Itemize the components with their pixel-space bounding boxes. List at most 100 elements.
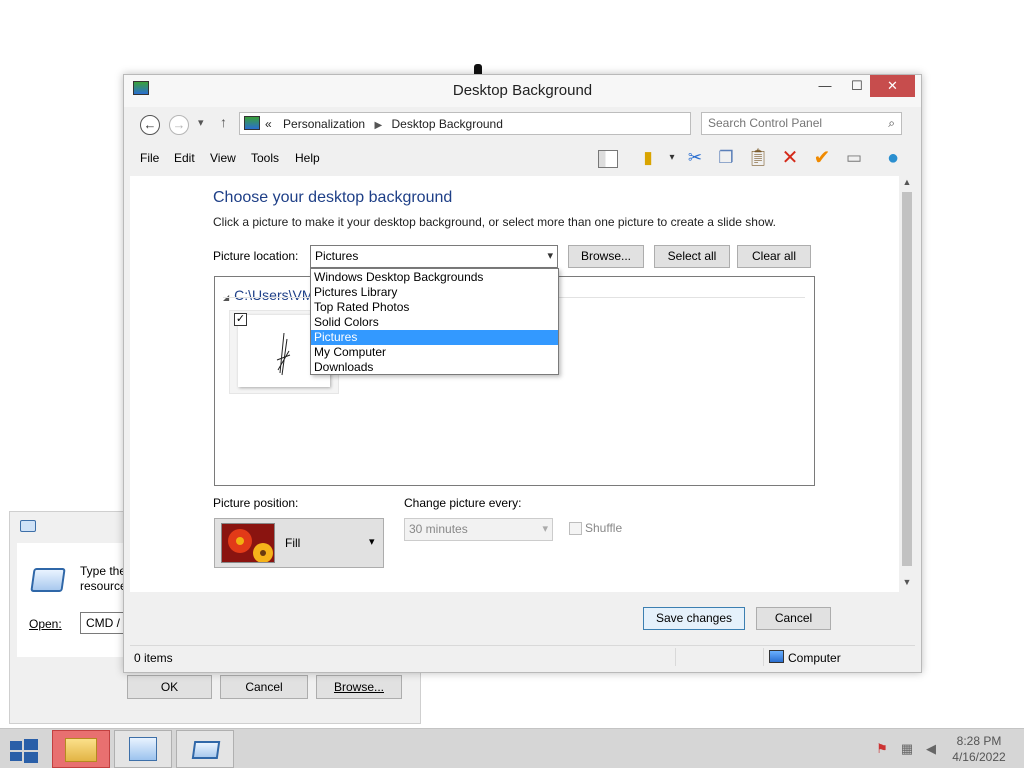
- menu-view[interactable]: View: [210, 151, 236, 165]
- picture-location-value: Pictures: [315, 249, 359, 263]
- taskbar: ⚑ ▦ ◀ 8:28 PM 4/16/2022: [0, 728, 1024, 768]
- properties-chevron-icon[interactable]: ▾: [660, 146, 684, 170]
- run-icon: [30, 568, 66, 592]
- address-row: ← → ▾ ↑ « Personalization ▶ Desktop Back…: [124, 107, 921, 141]
- chevron-down-icon: ▾: [542, 523, 548, 535]
- menu-help[interactable]: Help: [295, 151, 320, 165]
- cut-icon[interactable]: ✂: [683, 146, 707, 170]
- run-instructions: Type the resource: [80, 564, 127, 593]
- cancel-button[interactable]: Cancel: [756, 607, 831, 630]
- forward-button[interactable]: →: [169, 115, 189, 135]
- copy-icon[interactable]: ❐: [714, 146, 738, 170]
- run-icon: [191, 741, 221, 759]
- back-button[interactable]: ←: [140, 115, 160, 135]
- status-divider: [675, 648, 676, 666]
- computer-icon: [769, 650, 784, 663]
- select-all-button[interactable]: Select all: [654, 245, 730, 268]
- paste-icon[interactable]: 📋︎: [746, 146, 770, 170]
- dropdown-option[interactable]: Solid Colors: [311, 315, 558, 330]
- control-panel-icon: [244, 116, 260, 130]
- clock-date: 4/16/2022: [952, 750, 1006, 764]
- page-description: Click a picture to make it your desktop …: [213, 215, 776, 229]
- run-taskbar-button[interactable]: [176, 730, 234, 768]
- desktop-background-window: Desktop Background — ☐ ✕ ← → ▾ ↑ « Perso…: [123, 74, 922, 673]
- breadcrumb-personalization[interactable]: Personalization: [283, 117, 365, 131]
- scroll-up-icon[interactable]: ▲: [899, 177, 915, 191]
- network-icon[interactable]: ▦: [899, 741, 915, 757]
- layout-icon[interactable]: [596, 146, 620, 170]
- dropdown-option[interactable]: Windows Desktop Backgrounds: [311, 270, 558, 285]
- shuffle-label: Shuffle: [585, 521, 623, 535]
- picture-position-value: Fill: [285, 536, 301, 550]
- delete-icon[interactable]: ✕: [778, 146, 802, 170]
- change-picture-select[interactable]: 30 minutes ▾: [404, 518, 553, 541]
- address-bar[interactable]: « Personalization ▶ Desktop Background ▾…: [239, 112, 794, 135]
- status-divider: [763, 648, 764, 666]
- folder-icon: [65, 738, 97, 762]
- title-bar: Desktop Background — ☐ ✕: [124, 75, 921, 107]
- check-icon[interactable]: ✔: [810, 146, 834, 170]
- menu-edit[interactable]: Edit: [174, 151, 195, 165]
- breadcrumb-desktop-background[interactable]: Desktop Background: [391, 117, 502, 131]
- maximize-button[interactable]: ☐: [844, 75, 870, 97]
- minimize-button[interactable]: —: [812, 75, 838, 97]
- action-center-icon[interactable]: ⚑: [874, 741, 890, 757]
- search-icon[interactable]: ⌕: [888, 116, 895, 131]
- picture-location-dropdown: Windows Desktop Backgrounds Pictures Lib…: [310, 268, 559, 375]
- dropdown-option[interactable]: Downloads: [311, 360, 558, 375]
- recent-pages-chevron-icon[interactable]: ▾: [198, 116, 204, 129]
- chevron-down-icon: ▾: [369, 536, 375, 548]
- vertical-scrollbar[interactable]: ▲ ▼: [899, 176, 915, 592]
- shuffle-checkbox[interactable]: [569, 522, 582, 535]
- control-panel-icon: [129, 737, 157, 761]
- scroll-down-icon[interactable]: ▼: [899, 577, 915, 591]
- scroll-thumb[interactable]: [902, 192, 912, 566]
- world-icon[interactable]: ●: [881, 146, 905, 170]
- chevron-down-icon: ▾: [547, 250, 553, 262]
- breadcrumb: « Personalization ▶ Desktop Background: [265, 117, 503, 131]
- save-changes-button[interactable]: Save changes: [643, 607, 745, 630]
- breadcrumb-separator-icon: ▶: [374, 120, 383, 131]
- group-header[interactable]: ◢C:\Users\VM: [223, 287, 314, 303]
- run-title-icon: [20, 520, 36, 532]
- dropdown-option[interactable]: My Computer: [311, 345, 558, 360]
- picture-location-select[interactable]: Pictures ▾: [310, 245, 558, 268]
- dropdown-option[interactable]: Top Rated Photos: [311, 300, 558, 315]
- menu-tools[interactable]: Tools: [251, 151, 279, 165]
- control-panel-taskbar-button[interactable]: [114, 730, 172, 768]
- menu-bar: File Edit View Tools Help ▮ ▾ ✂ ❐ 📋︎ ✕ ✔…: [124, 145, 921, 171]
- browse-button[interactable]: Browse...: [568, 245, 644, 268]
- close-button[interactable]: ✕: [870, 75, 915, 97]
- clock[interactable]: 8:28 PM 4/16/2022: [944, 733, 1014, 765]
- properties-icon[interactable]: ▮: [636, 146, 660, 170]
- dropdown-option-selected[interactable]: Pictures: [311, 330, 558, 345]
- picture-location-label: Picture location:: [213, 249, 299, 263]
- run-browse-button[interactable]: Browse...: [316, 675, 402, 699]
- run-cancel-button[interactable]: Cancel: [220, 675, 308, 699]
- run-open-label: Open:: [29, 617, 62, 631]
- group-header-path: C:\Users\VM: [234, 287, 314, 303]
- change-picture-value: 30 minutes: [409, 522, 468, 536]
- up-button[interactable]: ↑: [220, 114, 227, 130]
- search-box: ⌕: [701, 112, 902, 135]
- flower-image: [221, 523, 275, 563]
- thumbnail-checkbox[interactable]: ✓: [234, 313, 247, 326]
- status-location: Computer: [788, 651, 841, 665]
- rename-icon[interactable]: ▭: [842, 146, 866, 170]
- dropdown-option[interactable]: Pictures Library: [311, 285, 558, 300]
- breadcrumb-prefix[interactable]: «: [265, 117, 272, 131]
- clock-time: 8:28 PM: [956, 734, 1002, 748]
- menu-file[interactable]: File: [140, 151, 159, 165]
- picture-position-label: Picture position:: [213, 496, 299, 510]
- window-title: Desktop Background: [452, 82, 593, 99]
- page-title: Choose your desktop background: [213, 189, 453, 206]
- start-button[interactable]: [10, 738, 38, 763]
- file-explorer-taskbar-button[interactable]: [52, 730, 110, 768]
- search-input[interactable]: [702, 113, 872, 133]
- run-ok-button[interactable]: OK: [127, 675, 212, 699]
- volume-icon[interactable]: ◀: [923, 741, 939, 757]
- picture-position-select[interactable]: Fill ▾: [214, 518, 384, 568]
- status-bar: 0 items Computer: [130, 645, 915, 669]
- change-picture-label: Change picture every:: [404, 496, 522, 510]
- clear-all-button[interactable]: Clear all: [737, 245, 811, 268]
